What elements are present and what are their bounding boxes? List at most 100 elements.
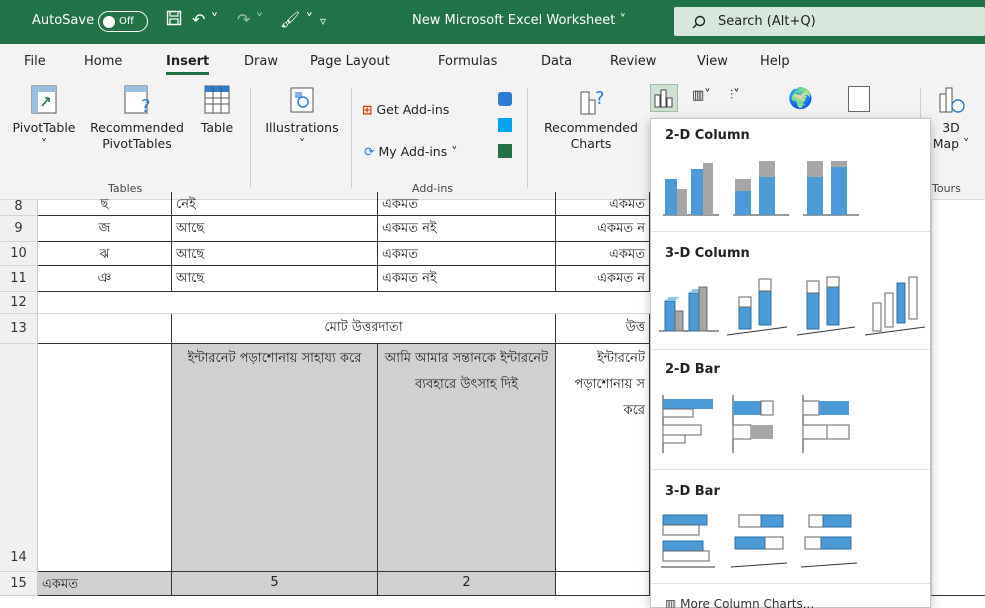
section-2d-bar: 2-D Bar: [651, 359, 930, 381]
recommended-pivottables-icon: ?: [124, 85, 151, 117]
3d-clustered-bar-icon: [661, 514, 715, 568]
cell[interactable]: ইন্টারনেট পড়াশোনায় সাহায্য করে: [172, 344, 378, 572]
bar-chart-icon[interactable]: ▥˅: [692, 88, 711, 103]
cell[interactable]: আছে: [172, 266, 378, 292]
maps-icon[interactable]: 🌍: [788, 86, 813, 110]
tab-data[interactable]: Data: [541, 54, 572, 69]
cell[interactable]: ঝ: [38, 242, 172, 266]
row-header[interactable]: 8: [0, 200, 38, 216]
tab-view[interactable]: View: [697, 54, 728, 69]
visio-icon[interactable]: [498, 92, 512, 106]
row-header[interactable]: 14: [0, 344, 38, 572]
table-icon: [204, 85, 230, 114]
row-header[interactable]: 9: [0, 216, 38, 242]
hierarchy-chart-icon[interactable]: ⫶˅: [730, 88, 740, 103]
chevron-down-icon: ˅: [298, 136, 306, 151]
3d-stacked-column-icon: [726, 278, 788, 336]
dropdown-divider: [651, 231, 930, 232]
get-addins-button[interactable]: ⊞ Get Add-ins: [362, 102, 449, 118]
cell[interactable]: একমত নই: [378, 216, 556, 242]
tab-page-layout[interactable]: Page Layout: [310, 54, 390, 69]
document-title[interactable]: New Microsoft Excel Worksheet ˅: [412, 13, 626, 28]
cell[interactable]: [556, 572, 650, 596]
cell[interactable]: জ: [38, 216, 172, 242]
tab-home[interactable]: Home: [84, 54, 122, 69]
cell[interactable]: একমত: [556, 242, 650, 266]
cell[interactable]: একমত ন: [556, 266, 650, 292]
cell[interactable]: 2: [378, 572, 556, 596]
cell[interactable]: [38, 344, 172, 572]
table-button[interactable]: Table: [196, 84, 238, 136]
cell[interactable]: একমত: [378, 242, 556, 266]
cell[interactable]: একমত নই: [378, 266, 556, 292]
stacked-bar-icon: [732, 395, 774, 453]
cell[interactable]: [931, 200, 985, 596]
recommended-charts-button[interactable]: ? Recommended Charts: [538, 84, 644, 152]
cell[interactable]: একমত: [38, 572, 172, 596]
save-icon[interactable]: [166, 10, 182, 30]
cell[interactable]: একমত ন: [556, 216, 650, 242]
tab-insert[interactable]: Insert: [166, 54, 210, 75]
illustrations-label: Illustrations: [265, 120, 339, 135]
cell[interactable]: আছে: [172, 242, 378, 266]
my-addins-button[interactable]: ⟳ My Add-ins ˅: [364, 144, 457, 160]
row-header[interactable]: 10: [0, 242, 38, 266]
pivotchart-icon[interactable]: [848, 86, 870, 112]
3d-map-label-2: Map: [932, 136, 960, 151]
cell[interactable]: আমি আমার সন্তানকে ইন্টারনেট ব্যবহারে উৎস…: [378, 344, 556, 572]
pivottable-button[interactable]: PivotTable ˅: [10, 84, 78, 152]
cell[interactable]: ছ: [38, 192, 172, 216]
cell[interactable]: 5: [172, 572, 378, 596]
recommended-pivottables-button[interactable]: ? Recommended PivotTables: [82, 84, 192, 152]
3d-bar-options[interactable]: [659, 511, 919, 571]
more-column-charts-link[interactable]: ▥ More Column Charts...: [665, 597, 814, 608]
tab-file[interactable]: File: [24, 54, 46, 69]
cell[interactable]: আছে: [172, 216, 378, 242]
recommended-charts-label-1: Recommended: [544, 120, 638, 135]
merged-header-cell[interactable]: মোট উত্তরদাতা: [172, 314, 556, 344]
tab-review[interactable]: Review: [610, 54, 656, 69]
ribbon-divider: [527, 88, 528, 188]
tab-draw[interactable]: Draw: [244, 54, 278, 69]
cell[interactable]: একমত: [378, 192, 556, 216]
3d-column-options[interactable]: [659, 273, 929, 339]
2d-column-options[interactable]: [661, 157, 921, 219]
3d-100-stacked-column-icon: [796, 276, 856, 336]
ribbon-tabs: File Home Insert Draw Page Layout Formul…: [0, 44, 985, 78]
cell[interactable]: উত্ত: [556, 314, 650, 344]
redo-icon[interactable]: ↷ ˅: [237, 10, 264, 29]
cell[interactable]: ইন্টারনেট পড়াশোনায় স করে: [556, 344, 650, 572]
autosave-label: AutoSave: [32, 13, 95, 28]
cell[interactable]: একমত: [556, 192, 650, 216]
empty-row[interactable]: [38, 292, 650, 314]
autosave-toggle[interactable]: Off: [98, 11, 148, 32]
format-painter-icon[interactable]: 🖌 ˅: [280, 10, 313, 29]
row-header[interactable]: 15: [0, 572, 38, 596]
row-header[interactable]: 13: [0, 314, 38, 344]
row-header[interactable]: 11: [0, 266, 38, 292]
people-graph-icon[interactable]: [498, 144, 512, 158]
tab-formulas[interactable]: Formulas: [438, 54, 497, 69]
illustrations-button[interactable]: Illustrations ˅: [262, 84, 342, 152]
dropdown-divider: [651, 469, 930, 470]
cell[interactable]: ঞ: [38, 266, 172, 292]
row-header[interactable]: 12: [0, 292, 38, 314]
illustrations-icon: [290, 87, 314, 113]
cell[interactable]: [38, 314, 172, 344]
tab-help[interactable]: Help: [760, 54, 790, 69]
2d-bar-options[interactable]: [661, 395, 921, 455]
column-chart-icon: ▥: [665, 597, 677, 608]
clustered-bar-icon: [662, 395, 713, 453]
search-box[interactable]: Search (Alt+Q): [674, 7, 985, 36]
stacked-column-icon: [733, 161, 789, 216]
3d-map-button[interactable]: 3D Map ˅: [928, 84, 974, 152]
bing-icon[interactable]: [498, 118, 512, 132]
dropdown-divider: [651, 583, 930, 584]
column-chart-dropdown[interactable]: 2-D Column 3-D Column 2-D Bar 3-D Bar ▥ …: [650, 118, 931, 608]
tours-group-label: Tours: [932, 182, 961, 195]
3d-column-icon: [864, 276, 926, 336]
customize-toolbar-icon[interactable]: ▿: [320, 14, 326, 28]
cell[interactable]: নেই: [172, 192, 378, 216]
insert-column-chart-button[interactable]: [650, 84, 678, 112]
undo-icon[interactable]: ↶ ˅: [192, 10, 219, 29]
